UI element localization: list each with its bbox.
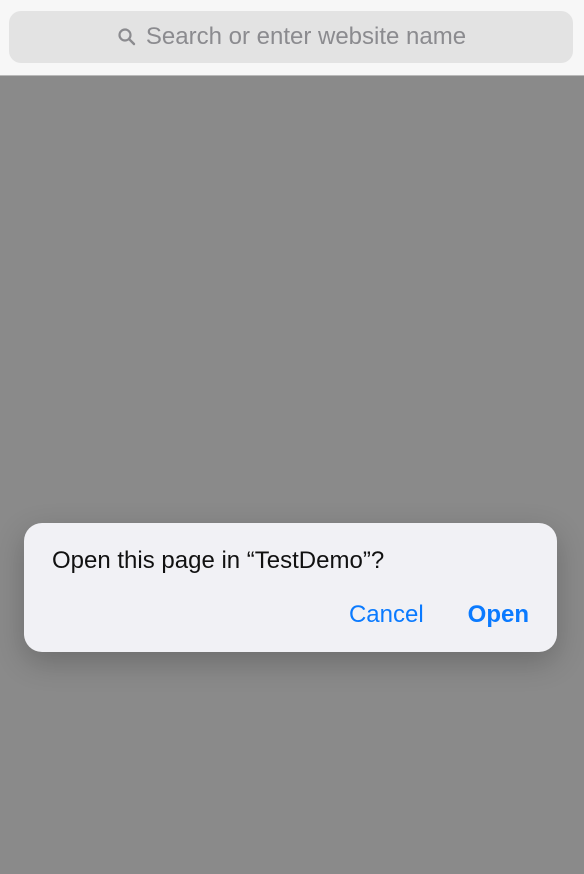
address-search-field[interactable]: Search or enter website name [9, 11, 573, 63]
dimmed-page-area [0, 77, 584, 874]
open-in-app-dialog: Open this page in “TestDemo”? Cancel Ope… [24, 523, 557, 652]
search-icon [116, 26, 138, 48]
dialog-actions: Cancel Open [349, 601, 529, 630]
search-placeholder: Search or enter website name [145, 23, 467, 50]
cancel-button[interactable]: Cancel [349, 601, 424, 630]
open-button[interactable]: Open [468, 601, 529, 630]
browser-toolbar: Search or enter website name [0, 0, 584, 76]
dialog-message: Open this page in “TestDemo”? [52, 547, 385, 574]
